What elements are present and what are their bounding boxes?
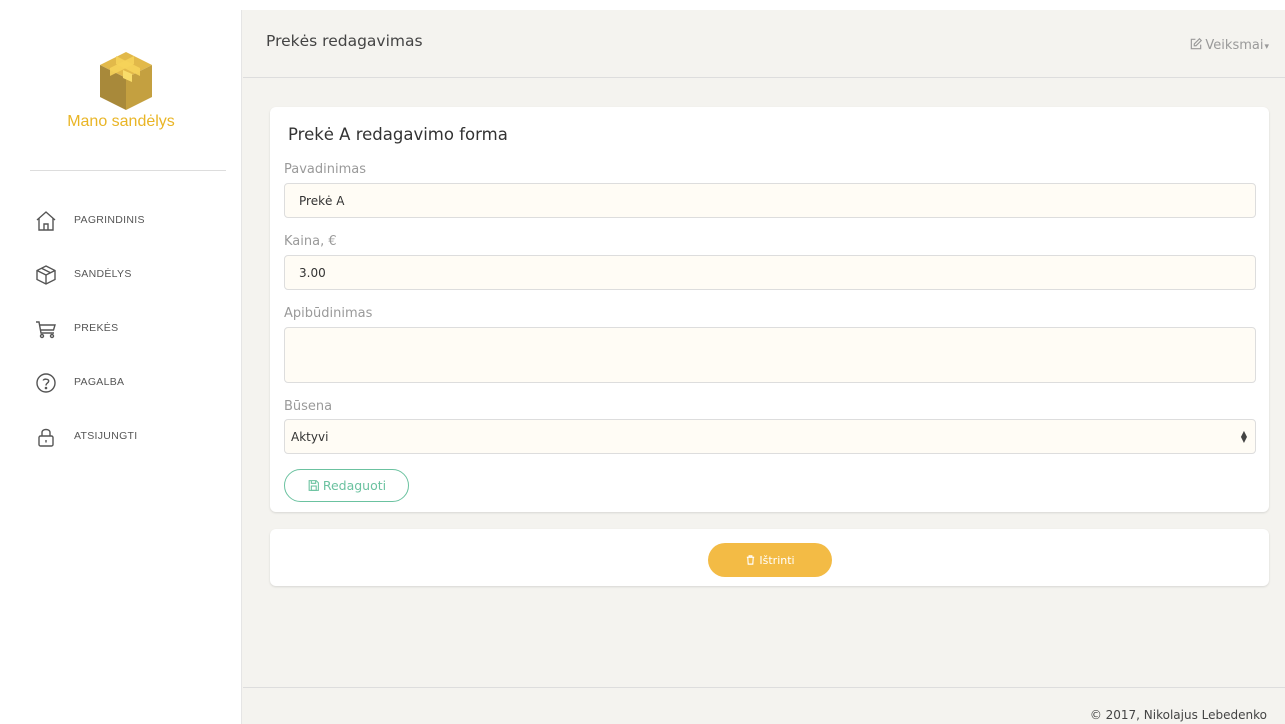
sidebar-item-pagalba[interactable]: PAGALBA [0,364,242,418]
edit-submit-label: Redaguoti [322,478,387,493]
edit-form-card: Prekė A redagavimo forma Pavadinimas Kai… [270,107,1269,512]
select-arrows-icon: ▲ ▼ [1240,429,1247,444]
page-title: Prekės redagavimas [266,32,423,50]
logo-box-icon [96,50,156,112]
home-icon [34,209,58,233]
sidebar-item-label: PREKĖS [74,322,119,334]
status-label: Būsena [284,399,333,414]
sidebar-item-label: SANDĖLYS [74,268,132,280]
description-textarea[interactable] [284,327,1256,383]
sidebar-nav: PAGRINDINIS SANDĖLYS PREKĖS PAGALBA ATSI… [0,202,242,472]
delete-card: Ištrinti [270,529,1269,586]
sidebar-item-label: PAGRINDINIS [74,214,145,226]
trash-icon [747,555,755,565]
page-header: Prekės redagavimas Veiksmai▾ [243,10,1285,78]
delete-label: Ištrinti [759,553,795,567]
save-icon [308,480,319,491]
sidebar-item-label: PAGALBA [74,376,125,388]
sidebar-item-label: ATSIJUNGTI [74,430,138,442]
edit-icon [1191,37,1203,50]
sidebar-item-pagrindinis[interactable]: PAGRINDINIS [0,202,242,256]
box-icon [34,263,58,287]
top-strip [0,0,1285,10]
sidebar: Mano sandėlys PAGRINDINIS SANDĖLYS PREKĖ… [0,10,242,724]
name-label: Pavadinimas [284,162,366,177]
copyright-text: © 2017, Nikolajus Lebedenko [1089,708,1267,722]
form-title: Prekė A redagavimo forma [288,125,508,144]
status-select[interactable]: Aktyvi ▲ ▼ [284,419,1256,454]
price-input[interactable] [284,255,1256,290]
price-label: Kaina, € [284,234,337,249]
description-label: Apibūdinimas [284,306,373,321]
sidebar-item-atsijungti[interactable]: ATSIJUNGTI [0,418,242,472]
sidebar-item-sandelys[interactable]: SANDĖLYS [0,256,242,310]
sidebar-item-prekes[interactable]: PREKĖS [0,310,242,364]
footer-divider [243,687,1285,688]
actions-label: Veiksmai [1205,38,1264,53]
edit-submit-button[interactable]: Redaguoti [284,469,409,502]
caret-down-icon: ▾ [1264,42,1269,52]
lock-icon [34,425,58,449]
help-icon [34,371,58,395]
delete-button[interactable]: Ištrinti [708,543,832,577]
name-input[interactable] [284,183,1256,218]
cart-icon [34,317,58,341]
status-selected-value: Aktyvi [291,429,329,444]
actions-dropdown[interactable]: Veiksmai▾ [1189,37,1269,53]
brand-name: Mano sandėlys [67,113,175,130]
sidebar-divider [30,170,226,171]
